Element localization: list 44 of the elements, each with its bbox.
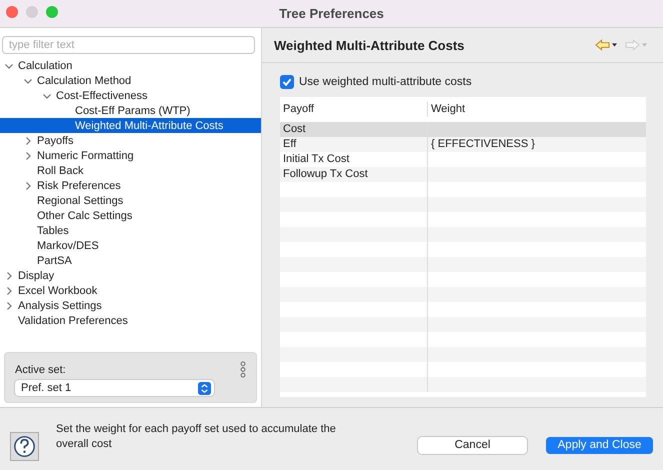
column-header[interactable]: Payoff: [280, 102, 427, 117]
tree-item[interactable]: Weighted Multi-Attribute Costs: [0, 118, 261, 133]
active-set-dropdown[interactable]: Pref. set 1: [15, 380, 214, 396]
table-row[interactable]: Followup Tx Cost: [280, 167, 646, 182]
tree-item[interactable]: Risk Preferences: [0, 178, 261, 193]
tree-item[interactable]: Calculation Method: [0, 73, 261, 88]
table-cell-text: Eff: [282, 137, 298, 152]
tree-item[interactable]: Payoffs: [0, 133, 261, 148]
tree-item[interactable]: Numeric Formatting: [0, 148, 261, 163]
tree-item[interactable]: Other Calc Settings: [0, 208, 261, 223]
help-text: Set the weight for each payoff set used to accumulate the overall cost: [56, 422, 337, 452]
tree-item[interactable]: Cost-Eff Params (WTP): [0, 103, 261, 118]
table-row[interactable]: Eff { EFFECTIVENESS }: [280, 137, 646, 152]
table-row[interactable]: Cost: [280, 122, 646, 137]
tree-item[interactable]: Calculation: [0, 58, 261, 73]
tree-item[interactable]: Excel Workbook: [0, 283, 261, 298]
filter-field[interactable]: type filter text: [2, 36, 255, 54]
close-button[interactable]: [6, 6, 18, 18]
tree-item[interactable]: Display: [0, 268, 261, 283]
help-icon[interactable]: [10, 432, 39, 460]
more-options-icon[interactable]: [240, 361, 246, 378]
tree-item[interactable]: Analysis Settings: [0, 298, 261, 313]
column-header[interactable]: Weight: [427, 102, 575, 117]
caret-icon[interactable]: [612, 43, 617, 47]
table-cell-text: Cost: [282, 122, 307, 137]
tree-item[interactable]: Tables: [0, 223, 261, 238]
tree-item[interactable]: Validation Preferences: [0, 313, 261, 328]
apply-button[interactable]: Apply and Close: [546, 436, 653, 454]
table-cell-text: Initial Tx Cost: [282, 152, 350, 167]
cancel-button[interactable]: Cancel: [418, 436, 527, 454]
tree-item[interactable]: Regional Settings: [0, 193, 261, 208]
active-set-label: Active set:: [15, 364, 66, 376]
chevron-right-icon[interactable]: [23, 180, 33, 190]
tree-item[interactable]: Roll Back: [0, 163, 261, 178]
window-title: Tree Preferences: [279, 6, 384, 21]
stepper-icon: [198, 382, 211, 394]
tree-item[interactable]: Markov/DES: [0, 238, 261, 253]
checkbox-label[interactable]: Use weighted multi-attribute costs: [299, 76, 472, 88]
page-title: Weighted Multi-Attribute Costs: [274, 38, 464, 52]
table-cell: { EFFECTIVENESS }: [427, 137, 646, 152]
checkbox[interactable]: [280, 75, 294, 89]
tree-item[interactable]: Cost-Effectiveness: [0, 88, 261, 103]
tree-item[interactable]: PartSA: [0, 253, 261, 268]
table-cell-text: Followup Tx Cost: [282, 167, 369, 182]
